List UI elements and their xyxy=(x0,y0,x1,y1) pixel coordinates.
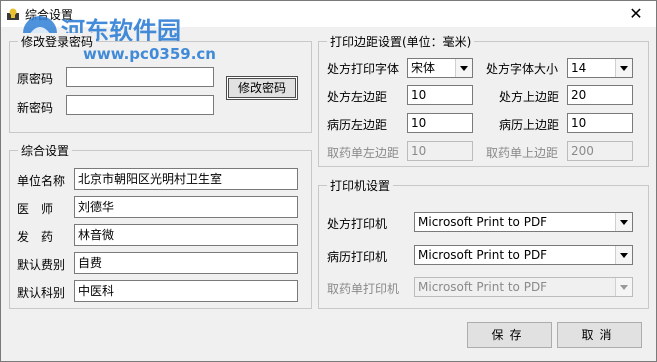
chevron-down-icon[interactable] xyxy=(615,246,632,264)
dispenser-label: 发 药 xyxy=(17,230,54,244)
default-department-label: 默认科别 xyxy=(17,286,66,300)
rx-font-label: 处方打印字体 xyxy=(327,62,400,76)
rx-left-margin-input[interactable]: 10 xyxy=(407,85,473,105)
new-password-input[interactable] xyxy=(66,95,214,115)
unit-name-input[interactable]: 北京市朝阳区光明村卫生室 xyxy=(74,168,298,190)
printer-settings-legend: 打印机设置 xyxy=(327,177,394,194)
save-button-label: 保存 xyxy=(491,328,528,342)
printer-settings-group: 打印机设置 处方打印机 Microsoft Print to PDF 病历打印机… xyxy=(318,177,649,309)
chevron-down-icon xyxy=(615,278,632,296)
doctor-label: 医 师 xyxy=(17,202,54,216)
general-settings-group: 综合设置 单位名称 北京市朝阳区光明村卫生室 医 师 刘德华 发 药 林音微 默… xyxy=(9,142,312,309)
default-department-input[interactable]: 中医科 xyxy=(74,280,298,302)
pick-top-margin-label: 取药单上边距 xyxy=(486,146,559,160)
pick-left-margin-input: 10 xyxy=(407,141,473,161)
chevron-down-icon[interactable] xyxy=(615,213,632,231)
rx-printer-label: 处方打印机 xyxy=(327,217,388,231)
new-password-label: 新密码 xyxy=(17,101,54,115)
rx-top-margin-label: 处方上边距 xyxy=(499,90,560,104)
save-button[interactable]: 保存 xyxy=(467,322,552,348)
change-password-button[interactable]: 修改密码 xyxy=(226,76,298,100)
general-settings-legend: 综合设置 xyxy=(18,142,73,159)
cancel-button-label: 取消 xyxy=(581,328,618,342)
mr-printer-select[interactable]: Microsoft Print to PDF xyxy=(414,245,633,265)
settings-dialog: 综合设置 ✕ 河东软件园 www.pc0359.cn 修改登录密码 原密码 新密… xyxy=(0,0,657,362)
default-fee-label: 默认费别 xyxy=(17,258,66,272)
unit-name-label: 单位名称 xyxy=(17,174,66,188)
mr-left-margin-label: 病历左边距 xyxy=(327,118,388,132)
pick-left-margin-label: 取药单左边距 xyxy=(327,146,400,160)
rx-top-margin-input[interactable]: 20 xyxy=(567,85,633,105)
print-margin-group: 打印边距设置(单位：毫米) 处方打印字体 宋体 处方字体大小 14 处方左边距 … xyxy=(318,33,649,167)
app-icon xyxy=(7,8,19,20)
close-button[interactable]: ✕ xyxy=(622,3,650,25)
close-icon: ✕ xyxy=(629,4,643,23)
rx-font-select[interactable]: 宋体 xyxy=(407,58,473,78)
default-fee-input[interactable]: 自费 xyxy=(74,252,298,274)
chevron-down-icon[interactable] xyxy=(615,59,632,77)
rx-left-margin-label: 处方左边距 xyxy=(327,90,388,104)
mr-printer-value: Microsoft Print to PDF xyxy=(418,248,548,262)
pick-printer-select: Microsoft Print to PDF xyxy=(414,277,633,297)
mr-top-margin-label: 病历上边距 xyxy=(499,118,560,132)
rx-font-value: 宋体 xyxy=(411,61,436,75)
mr-printer-label: 病历打印机 xyxy=(327,250,388,264)
chevron-down-icon[interactable] xyxy=(455,59,472,77)
old-password-label: 原密码 xyxy=(17,72,54,86)
password-group: 修改登录密码 原密码 新密码 修改密码 xyxy=(9,33,312,133)
password-group-legend: 修改登录密码 xyxy=(18,33,97,50)
mr-top-margin-input[interactable]: 10 xyxy=(567,113,633,133)
rx-printer-select[interactable]: Microsoft Print to PDF xyxy=(414,212,633,232)
print-margin-legend: 打印边距设置(单位：毫米) xyxy=(327,33,475,50)
pick-top-margin-input: 200 xyxy=(567,141,633,161)
doctor-input[interactable]: 刘德华 xyxy=(74,196,298,218)
rx-printer-value: Microsoft Print to PDF xyxy=(418,215,548,229)
rx-fontsize-label: 处方字体大小 xyxy=(486,62,559,76)
pick-printer-label: 取药单打印机 xyxy=(327,282,400,296)
old-password-input[interactable] xyxy=(66,67,214,87)
pick-printer-value: Microsoft Print to PDF xyxy=(418,280,548,294)
mr-left-margin-input[interactable]: 10 xyxy=(407,113,473,133)
rx-fontsize-value: 14 xyxy=(571,61,587,75)
cancel-button[interactable]: 取消 xyxy=(557,322,642,348)
dispenser-input[interactable]: 林音微 xyxy=(74,224,298,246)
rx-fontsize-select[interactable]: 14 xyxy=(567,58,633,78)
